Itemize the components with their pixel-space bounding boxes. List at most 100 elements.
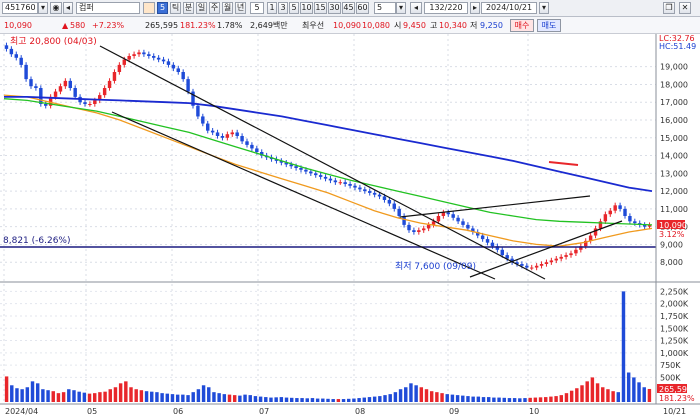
price-chart[interactable]: 19,000 18,000 17,000 16,000 15,000 14,000 13,0… bbox=[0, 34, 700, 418]
volume-bar bbox=[15, 388, 19, 402]
volume-bar bbox=[165, 393, 170, 402]
buy-button[interactable]: 매수 bbox=[510, 19, 534, 32]
volume-bar bbox=[378, 396, 382, 402]
volume-bar bbox=[466, 396, 470, 402]
volume-bar bbox=[129, 387, 133, 402]
volume-bar bbox=[4, 376, 9, 402]
candle-body bbox=[107, 80, 112, 88]
interval-button-3[interactable]: 3 bbox=[278, 2, 288, 14]
volume-bar bbox=[393, 392, 398, 402]
interval-button-30[interactable]: 30 bbox=[328, 2, 341, 14]
candle-body bbox=[83, 102, 87, 104]
window-close-icon[interactable]: ✕ bbox=[679, 2, 691, 14]
window-restore-icon[interactable]: ❐ bbox=[663, 2, 675, 14]
candle-body bbox=[461, 221, 465, 225]
sell-button[interactable]: 매도 bbox=[537, 19, 561, 32]
volume-bar bbox=[549, 396, 553, 402]
volume-bar bbox=[113, 387, 118, 402]
volume-tick-label: 1,750K bbox=[660, 312, 689, 321]
volume-bar bbox=[201, 385, 206, 402]
scroll-end-icon[interactable]: ▸ bbox=[470, 2, 480, 14]
candle-body bbox=[255, 148, 259, 152]
candle-body bbox=[58, 86, 63, 92]
volume-bar bbox=[310, 398, 315, 402]
stock-name-field[interactable]: 컴퍼 bbox=[76, 2, 140, 14]
volume-bar bbox=[232, 395, 237, 402]
scroll-start-icon[interactable]: ◂ bbox=[410, 2, 422, 14]
volume-bar bbox=[502, 397, 506, 402]
volume-bar bbox=[388, 394, 392, 402]
volume-bar bbox=[435, 392, 439, 402]
interval-value-select[interactable]: 5 bbox=[374, 2, 396, 14]
y-tick-label: 18,000 bbox=[660, 80, 688, 89]
volume-bar bbox=[606, 389, 610, 402]
interval-button-60[interactable]: 60 bbox=[356, 2, 369, 14]
volume-percent: 181.23% bbox=[180, 21, 216, 30]
volume-bar bbox=[248, 395, 252, 402]
candle-body bbox=[426, 224, 431, 229]
prev-icon[interactable]: ◂ bbox=[63, 2, 73, 14]
volume-bar bbox=[134, 389, 138, 402]
volume-bar bbox=[595, 383, 600, 402]
x-tick-label: 08 bbox=[355, 407, 365, 416]
volume-bar bbox=[222, 394, 227, 402]
interval-count-field[interactable]: 5 bbox=[250, 2, 264, 14]
high-price: 10,340 bbox=[439, 21, 467, 30]
candle-body bbox=[240, 136, 244, 142]
chart-type-icon[interactable] bbox=[143, 2, 155, 14]
volume-bar bbox=[160, 393, 164, 402]
candle-body bbox=[156, 57, 161, 60]
candle-body bbox=[613, 205, 617, 211]
candle-body bbox=[206, 123, 210, 131]
volume-bar bbox=[191, 392, 195, 402]
code-dropdown-icon[interactable]: ▾ bbox=[38, 2, 48, 14]
candle-body bbox=[608, 210, 612, 215]
candle-body bbox=[102, 88, 107, 96]
x-tick-label: 06 bbox=[173, 407, 183, 416]
period-button-day[interactable]: 일 bbox=[196, 2, 207, 14]
volume-bar bbox=[647, 388, 652, 402]
candle-body bbox=[304, 169, 308, 172]
best-price-ask: 10,090 bbox=[333, 21, 361, 30]
period-button-month[interactable]: 월 bbox=[222, 2, 233, 14]
volume-tick-label: 500K bbox=[660, 373, 681, 382]
candle-body bbox=[451, 214, 455, 218]
y-tick-label: 17,000 bbox=[660, 98, 688, 107]
period-button-minute[interactable]: 분 bbox=[183, 2, 194, 14]
interval-button-45[interactable]: 45 bbox=[342, 2, 355, 14]
current-percent-tag: 3.12% bbox=[659, 230, 685, 239]
period-selected-button[interactable]: 5 bbox=[157, 2, 168, 14]
volume-bar bbox=[455, 395, 460, 402]
period-button-year[interactable]: 년 bbox=[235, 2, 246, 14]
volume-bar bbox=[207, 387, 211, 402]
period-button-tick[interactable]: 틱 bbox=[170, 2, 181, 14]
interval-button-5[interactable]: 5 bbox=[289, 2, 299, 14]
volume-bar bbox=[175, 394, 180, 402]
data-counter[interactable]: 132/220 bbox=[424, 2, 468, 14]
volume-bar bbox=[445, 394, 449, 402]
candle-body bbox=[53, 91, 58, 97]
date-field[interactable]: 2024/10/21 bbox=[481, 2, 537, 14]
volume-bar bbox=[93, 393, 97, 402]
interval-button-1[interactable]: 1 bbox=[267, 2, 277, 14]
interval-button-15[interactable]: 15 bbox=[314, 2, 327, 14]
interval-button-10[interactable]: 10 bbox=[300, 2, 313, 14]
y-tick-label: 14,000 bbox=[660, 152, 688, 161]
max-price-label: 최고 20,800 (04/03) bbox=[10, 36, 97, 47]
candle-body bbox=[176, 68, 180, 72]
candle-body bbox=[603, 214, 608, 222]
volume-bar bbox=[61, 392, 66, 402]
candle-body bbox=[24, 64, 28, 80]
volume-bar bbox=[243, 394, 247, 402]
period-button-week[interactable]: 주 bbox=[209, 2, 220, 14]
interval-dropdown-icon[interactable]: ▾ bbox=[396, 2, 406, 14]
candle-body bbox=[436, 216, 441, 222]
volume-bar bbox=[440, 393, 444, 402]
calendar-icon[interactable]: ▾ bbox=[539, 2, 549, 14]
candle-body bbox=[117, 64, 122, 72]
candle-body bbox=[166, 61, 171, 65]
stock-code-input[interactable]: 451760 bbox=[2, 2, 38, 14]
candle-body bbox=[225, 134, 230, 138]
search-icon[interactable]: ◉ bbox=[50, 2, 62, 14]
candle-body bbox=[328, 178, 333, 181]
